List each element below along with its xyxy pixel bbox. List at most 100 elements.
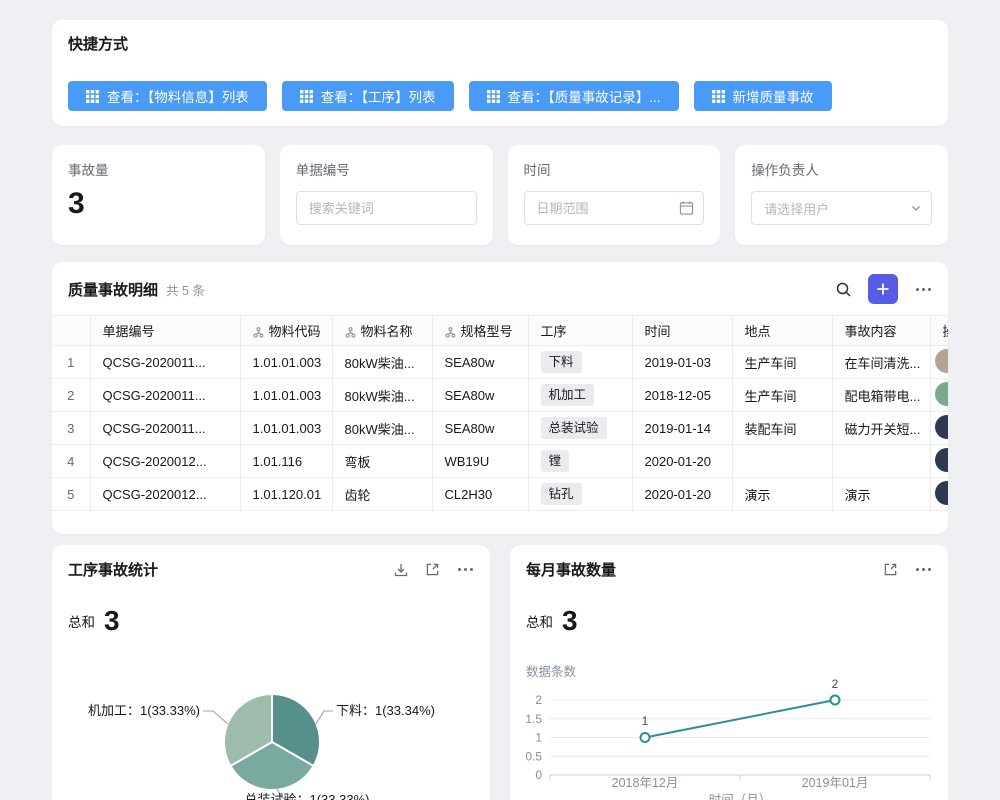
cell-spec: CL2H30 (432, 478, 528, 511)
accident-count-card: 事故量 3 (52, 145, 265, 245)
col-header-place[interactable]: 地点 (732, 316, 832, 346)
avatar (935, 349, 949, 373)
cell-time: 2020-01-20 (632, 445, 732, 478)
cell-place: 生产车间 (732, 346, 832, 379)
cell-operator (930, 379, 948, 412)
filter-row: 事故量 3 单据编号 时间 操作负责人 请选择用户 (52, 145, 948, 245)
shortcut-button-label: 新增质量事故 (733, 86, 814, 106)
cell-process: 机加工 (528, 379, 632, 412)
point-label-1: 1 (642, 714, 649, 728)
cell-doc-number: QCSG-2020011... (90, 379, 240, 412)
cell-spec: SEA80w (432, 412, 528, 445)
shortcut-button[interactable]: 查看：【工序】列表 (282, 81, 454, 111)
row-index: 4 (52, 445, 90, 478)
detail-card-count: 共 5 条 (166, 280, 205, 299)
col-header-spec[interactable]: 规格型号 (432, 316, 528, 346)
more-actions-icon[interactable] (914, 280, 932, 298)
avatar (935, 448, 949, 472)
time-filter-card: 时间 (508, 145, 721, 245)
x-tick-jan2019: 2019年01月 (802, 776, 869, 790)
shortcut-button-row: 查看：【物料信息】列表 查看：【工序】列表 查看：【质量事故记录】... (68, 81, 932, 111)
row-index: 5 (52, 478, 90, 511)
cell-process: 钻孔 (528, 478, 632, 511)
shortcut-button-label: 查看：【工序】列表 (321, 86, 436, 106)
date-range-input[interactable] (524, 191, 705, 225)
cell-process: 下料 (528, 346, 632, 379)
calendar-icon (679, 201, 694, 216)
col-header-code[interactable]: 物料代码 (240, 316, 332, 346)
process-stats-title: 工序事故统计 (68, 559, 158, 580)
cell-material-code: 1.01.01.003 (240, 346, 332, 379)
cell-content: 配电箱带电... (832, 379, 930, 412)
grid-icon (487, 90, 500, 103)
cell-time: 2020-01-20 (632, 478, 732, 511)
col-header-operator[interactable]: 操作负责人 (930, 316, 948, 346)
cell-doc-number: QCSG-2020012... (90, 478, 240, 511)
process-tag: 镗 (541, 450, 570, 472)
search-button[interactable] (835, 281, 852, 298)
doc-number-filter-card: 单据编号 (280, 145, 493, 245)
more-actions-icon[interactable] (914, 561, 932, 579)
col-header-time[interactable]: 时间 (632, 316, 732, 346)
cell-operator (930, 412, 948, 445)
col-header-process[interactable]: 工序 (528, 316, 632, 346)
add-record-button[interactable] (868, 274, 898, 304)
shortcut-button[interactable]: 查看：【质量事故记录】... (469, 81, 679, 111)
shortcut-button[interactable]: 查看：【物料信息】列表 (68, 81, 267, 111)
link-field-icon (445, 326, 456, 341)
col-header-index (52, 316, 90, 346)
shortcuts-card: 快捷方式 查看：【物料信息】列表 查看：【工序】列表 (52, 20, 948, 126)
expand-icon[interactable] (883, 562, 898, 577)
grid-icon (300, 90, 313, 103)
cell-material-code: 1.01.01.003 (240, 412, 332, 445)
cell-content: 在车间清洗... (832, 346, 930, 379)
table-row[interactable]: 2 QCSG-2020011... 1.01.01.003 80kW柴油... … (52, 379, 948, 412)
monthly-accidents-card: 每月事故数量 总和 3 数据条数 (510, 545, 948, 800)
cell-material-name: 80kW柴油... (332, 412, 432, 445)
svg-text:0.5: 0.5 (525, 749, 542, 763)
expand-icon[interactable] (425, 562, 440, 577)
col-header-doc[interactable]: 单据编号 (90, 316, 240, 346)
data-point-1 (641, 733, 650, 742)
operator-select[interactable]: 请选择用户 (751, 191, 932, 225)
doc-number-search-input[interactable] (296, 191, 477, 225)
cell-operator (930, 478, 948, 511)
shortcut-button-label: 查看：【质量事故记录】... (508, 86, 661, 106)
process-pie-chart: 机加工：1(33.33%) 下料：1(33.34%) 总装试验：1(33.33%… (52, 655, 490, 800)
table-row[interactable]: 3 QCSG-2020011... 1.01.01.003 80kW柴油... … (52, 412, 948, 445)
cell-material-name: 弯板 (332, 445, 432, 478)
pie-callout-right: 下料：1(33.34%) (336, 703, 435, 718)
process-tag: 下料 (541, 351, 582, 373)
shortcut-button-label: 查看：【物料信息】列表 (107, 86, 249, 106)
monthly-line-chart: 数据条数 2 1.5 1 0.5 0 2018年12月 (510, 655, 948, 800)
cell-content: 磁力开关短... (832, 412, 930, 445)
plus-icon (876, 282, 890, 296)
cell-material-code: 1.01.01.003 (240, 379, 332, 412)
cell-place: 生产车间 (732, 379, 832, 412)
svg-text:0: 0 (535, 768, 542, 782)
table-row[interactable]: 4 QCSG-2020012... 1.01.116 弯板 WB19U 镗 20… (52, 445, 948, 478)
cell-process: 总装试验 (528, 412, 632, 445)
shortcut-button[interactable]: 新增质量事故 (694, 81, 832, 111)
pie-total-value: 3 (104, 605, 120, 637)
grid-icon (712, 90, 725, 103)
row-index: 1 (52, 346, 90, 379)
table-row[interactable]: 1 QCSG-2020011... 1.01.01.003 80kW柴油... … (52, 346, 948, 379)
table-row[interactable]: 5 QCSG-2020012... 1.01.120.01 齿轮 CL2H30 … (52, 478, 948, 511)
cell-operator (930, 445, 948, 478)
pie-callout-bottom: 总装试验：1(33.33%) (245, 792, 370, 800)
operator-select-placeholder: 请选择用户 (764, 199, 829, 218)
more-actions-icon[interactable] (456, 561, 474, 579)
row-index: 3 (52, 412, 90, 445)
cell-material-code: 1.01.120.01 (240, 478, 332, 511)
svg-text:1: 1 (535, 731, 542, 745)
line-total-label: 总和 (526, 611, 553, 631)
chevron-down-icon (910, 202, 922, 214)
line-total-value: 3 (562, 605, 578, 637)
detail-card-title: 质量事故明细 (68, 279, 158, 300)
data-point-2 (831, 696, 840, 705)
col-header-content[interactable]: 事故内容 (832, 316, 930, 346)
col-header-name[interactable]: 物料名称 (332, 316, 432, 346)
save-chart-icon[interactable] (393, 562, 409, 578)
operator-filter-label: 操作负责人 (751, 159, 932, 179)
